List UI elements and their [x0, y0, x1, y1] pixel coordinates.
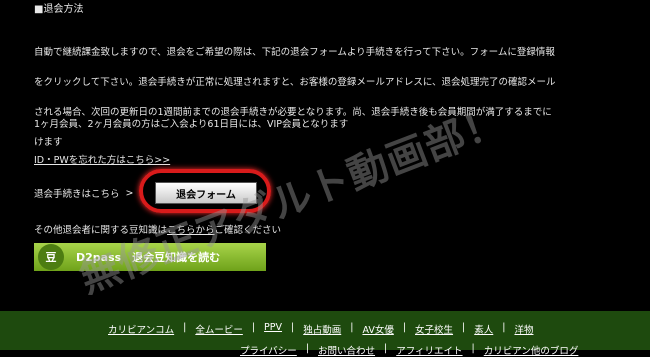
- trivia-prefix: その他退会者に関する豆知識は: [34, 225, 168, 236]
- unsubscribe-instructions: 自動で継続課金致しますので、退会をご希望の際は、下記の退会フォームより手続きを行…: [34, 30, 650, 165]
- instruction-line: をクリックして下さい。退会手続きが正常に処理されますと、お客様の登録メールアドレ…: [34, 77, 556, 88]
- bean-icon: 豆: [38, 244, 64, 270]
- footer-link[interactable]: 独占動画: [303, 322, 341, 336]
- footer-link[interactable]: 全ムービー: [195, 322, 243, 336]
- footer-link[interactable]: アフィリエイト: [396, 343, 462, 357]
- unsubscribe-label: 退会手続きはこちら: [34, 189, 120, 200]
- footer-link[interactable]: AV女優: [362, 322, 393, 336]
- separator: |: [502, 322, 506, 333]
- d2pass-trivia-button[interactable]: 豆 D2pass 退会豆知識を読む: [34, 243, 266, 271]
- unsubscribe-row: 退会手続きはこちら >: [34, 182, 133, 204]
- trivia-suffix: ご確認ください: [214, 225, 282, 236]
- unsubscribe-form-button[interactable]: 退会フォーム: [155, 182, 257, 204]
- footer-link[interactable]: 洋物: [514, 322, 533, 336]
- trivia-note: その他退会者に関する豆知識はこちらからご確認ください: [34, 222, 281, 236]
- instruction-line: けます: [34, 137, 63, 148]
- separator: |: [291, 322, 295, 333]
- footer-link[interactable]: PPV: [264, 322, 282, 336]
- separator: |: [384, 343, 388, 354]
- footer-link[interactable]: 素人: [474, 322, 493, 336]
- footer-link[interactable]: 女子校生: [415, 322, 453, 336]
- trivia-link[interactable]: こちらから: [167, 225, 215, 236]
- separator: |: [402, 322, 407, 333]
- separator: |: [251, 322, 256, 333]
- trivia-button-label: D2pass 退会豆知識を読む: [76, 251, 221, 264]
- footer-link[interactable]: カリビアン他のブログ: [484, 343, 579, 357]
- footer-row-primary: カリビアンコム | 全ムービー | PPV | 独占動画 | AV女優 | 女子校生 | 素…: [108, 322, 533, 336]
- footer-link[interactable]: お問い合わせ: [318, 343, 375, 357]
- instruction-line: 自動で継続課金致しますので、退会をご希望の際は、下記の退会フォームより手続きを行…: [34, 47, 555, 58]
- separator: |: [471, 343, 475, 354]
- footer-row-secondary: プライバシー | お問い合わせ | アフィリエイト | カリビアン他のブログ: [240, 343, 578, 357]
- footer-link[interactable]: プライバシー: [240, 343, 297, 357]
- separator: |: [305, 343, 310, 354]
- separator: |: [350, 322, 354, 333]
- separator: |: [183, 322, 187, 333]
- footer-nav: カリビアンコム | 全ムービー | PPV | 独占動画 | AV女優 | 女子校生 | 素…: [0, 311, 650, 357]
- separator: |: [462, 322, 466, 333]
- arrow-icon: >: [125, 187, 134, 199]
- footer-link[interactable]: カリビアンコム: [108, 322, 174, 336]
- forgot-id-pw-link[interactable]: ID・PWを忘れた方はこちら>>: [34, 152, 170, 166]
- section-title: ■退会方法: [34, 4, 84, 15]
- membership-note: 1ヶ月会員、2ヶ月会員の方はご入会より61日目には、VIP会員となります: [34, 119, 349, 130]
